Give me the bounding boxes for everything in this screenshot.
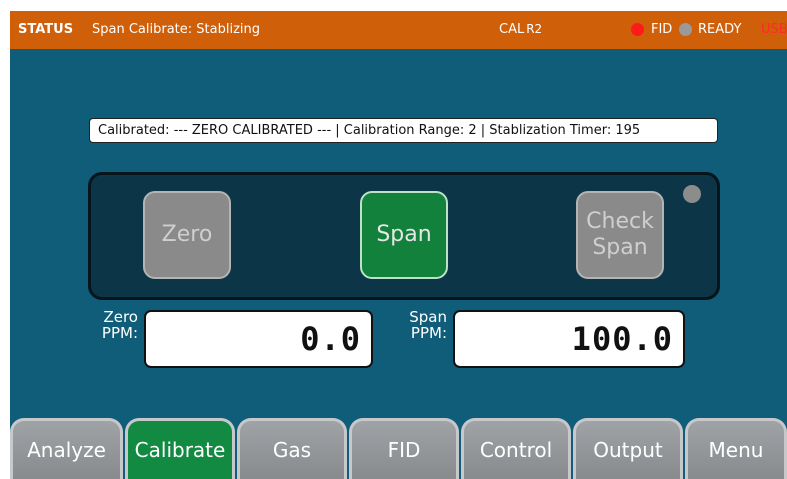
tab-menu[interactable]: Menu [685,418,787,479]
fid-status-dot-icon [631,23,644,36]
calibration-button-panel: Zero Span Check Span [88,172,720,300]
zero-button[interactable]: Zero [143,191,231,279]
usb-status-label: USB [761,22,787,37]
span-button[interactable]: Span [360,191,448,279]
check-span-button[interactable]: Check Span [576,191,664,279]
status-led-icon [683,185,701,203]
fid-status-label: FID [651,22,673,37]
span-button-label: Span [376,222,432,247]
tab-fid[interactable]: FID [349,418,459,479]
cal-label: CAL [499,22,525,37]
cal-indicator: CAL R2 [499,22,542,37]
cal-range: R2 [526,22,543,36]
bottom-tab-bar: Analyze Calibrate Gas FID Control Output… [10,418,787,479]
status-title: STATUS [18,22,74,37]
calibration-info-bar: Calibrated: --- ZERO CALIBRATED --- | Ca… [89,118,718,143]
span-ppm-value: 100.0 [571,320,673,358]
tab-gas[interactable]: Gas [237,418,347,479]
instrument-screen: STATUS Span Calibrate: Stablizing CAL R2 … [10,11,787,479]
ready-status-label: READY [698,22,742,37]
zero-button-label: Zero [161,222,213,247]
tab-output[interactable]: Output [573,418,683,479]
span-ppm-field[interactable]: 100.0 [453,310,685,368]
tab-control[interactable]: Control [461,418,571,479]
tab-analyze[interactable]: Analyze [10,418,123,479]
ready-status-dot-icon [679,23,692,36]
check-span-button-label: Check Span [586,209,654,260]
zero-ppm-label: Zero PPM: [101,308,138,342]
status-bar: STATUS Span Calibrate: Stablizing CAL R2 … [10,11,787,49]
status-message: Span Calibrate: Stablizing [92,22,260,37]
tab-calibrate[interactable]: Calibrate [125,418,235,479]
span-ppm-label: Span PPM: [409,308,447,342]
zero-ppm-field[interactable]: 0.0 [144,310,373,368]
zero-ppm-value: 0.0 [300,320,361,358]
